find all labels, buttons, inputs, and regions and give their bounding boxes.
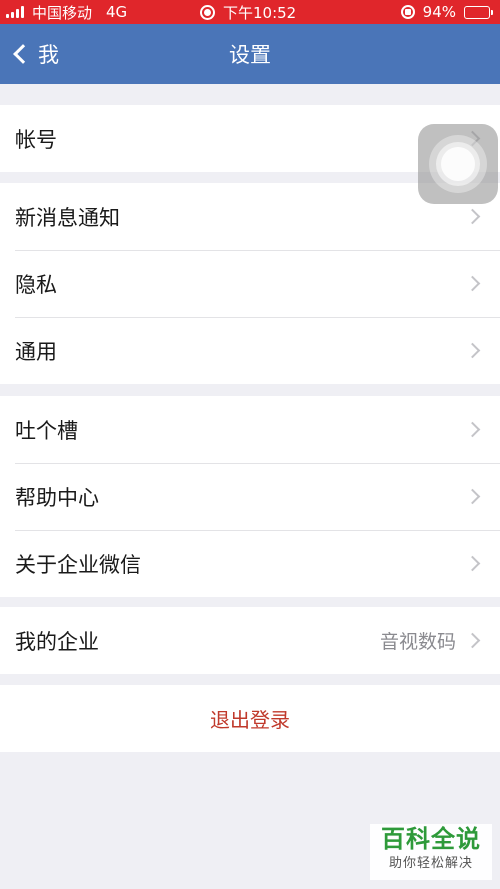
- carrier-label: 中国移动: [32, 3, 93, 22]
- assistive-touch-ring: [429, 135, 487, 193]
- group-logout: 退出登录: [0, 685, 500, 752]
- enterprise-name: 音视数码: [379, 631, 456, 653]
- chevron-right-icon: [464, 208, 481, 225]
- chevron-left-icon: [13, 44, 33, 64]
- back-button[interactable]: 我: [10, 24, 59, 84]
- watermark-subtitle: 助你轻松解决: [388, 856, 473, 871]
- group-enterprise: 我的企业 音视数码: [0, 607, 500, 674]
- settings-item-label: 我的企业: [15, 629, 99, 654]
- status-bar: 中国移动 4G 下午10:52 94%: [0, 0, 500, 24]
- chevron-right-icon: [464, 275, 481, 292]
- settings-item-label: 新消息通知: [15, 205, 120, 230]
- battery-percent: 94%: [422, 3, 456, 21]
- settings-item-label: 吐个槽: [15, 418, 78, 443]
- battery-icon: [464, 5, 493, 19]
- settings-item-label: 帐号: [15, 127, 57, 152]
- status-right: 94%: [400, 0, 493, 24]
- assistive-touch-ring-inner: [436, 142, 480, 186]
- group-help: 吐个槽 帮助中心 关于企业微信: [0, 396, 500, 597]
- settings-item-label: 通用: [15, 339, 57, 364]
- nav-bar: 设置 我: [0, 24, 500, 84]
- chevron-right-icon: [464, 632, 481, 649]
- rotation-lock-icon: [400, 5, 415, 19]
- back-label: 我: [38, 43, 59, 67]
- settings-item-feedback[interactable]: 吐个槽: [0, 396, 500, 463]
- settings-item-privacy[interactable]: 隐私: [0, 250, 500, 317]
- record-icon: [200, 4, 215, 20]
- settings-item-my-enterprise[interactable]: 我的企业 音视数码: [0, 607, 500, 674]
- status-time: 下午10:52: [223, 3, 297, 22]
- signal-icon: [6, 6, 24, 18]
- settings-item-label: 关于企业微信: [15, 552, 141, 577]
- settings-item-label: 帮助中心: [15, 485, 99, 510]
- settings-item-help-center[interactable]: 帮助中心: [0, 463, 500, 530]
- watermark: 百科全说 助你轻松解决: [370, 824, 492, 880]
- chevron-right-icon: [464, 488, 481, 505]
- network-label: 4G: [106, 3, 128, 21]
- assistive-touch-core: [441, 147, 475, 181]
- assistive-touch-icon[interactable]: [418, 124, 498, 204]
- page-title: 设置: [229, 43, 271, 67]
- settings-item-label: 隐私: [15, 272, 57, 297]
- chevron-right-icon: [464, 342, 481, 359]
- watermark-title: 百科全说: [381, 825, 481, 853]
- status-center: 下午10:52: [200, 0, 296, 24]
- logout-button[interactable]: 退出登录: [0, 685, 500, 752]
- logout-label: 退出登录: [210, 708, 290, 732]
- chevron-right-icon: [464, 421, 481, 438]
- group-general: 新消息通知 隐私 通用: [0, 183, 500, 384]
- settings-item-general[interactable]: 通用: [0, 317, 500, 384]
- settings-item-about[interactable]: 关于企业微信: [0, 530, 500, 597]
- chevron-right-icon: [464, 555, 481, 572]
